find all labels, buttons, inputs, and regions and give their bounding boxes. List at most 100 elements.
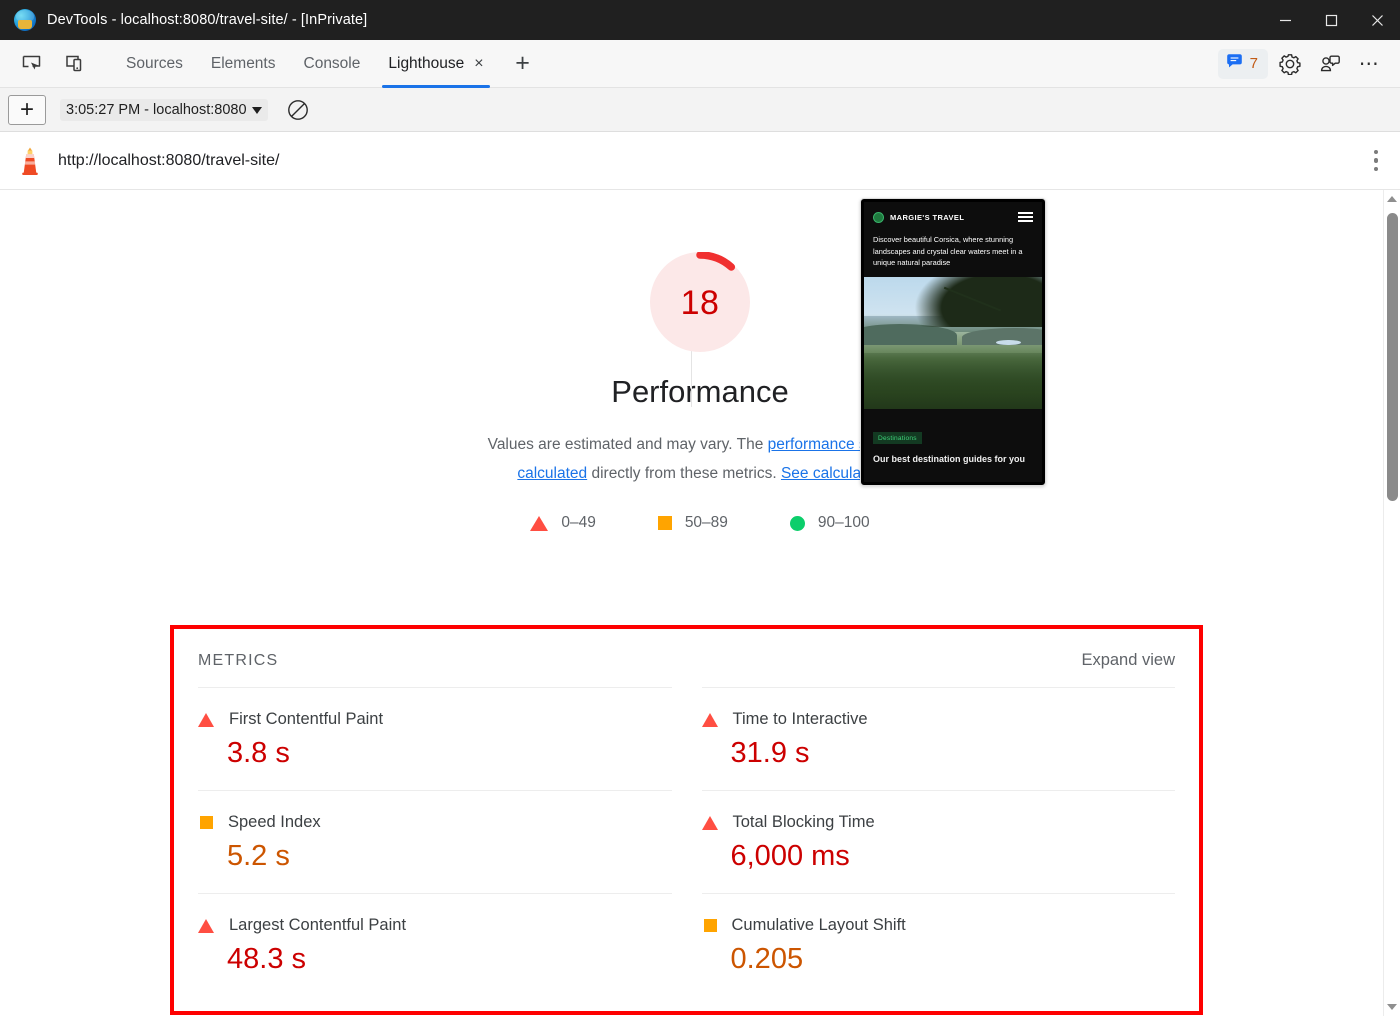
scrollbar-track[interactable] [1384, 208, 1400, 998]
thumbnail-brand: MARGIE'S TRAVEL [890, 213, 964, 222]
metric-total-blocking-time[interactable]: Total Blocking Time 6,000 ms [702, 790, 1176, 893]
metric-label: Time to Interactive [733, 710, 868, 729]
thumbnail-hero-image [864, 277, 1042, 409]
clear-no-entry-icon[interactable] [284, 96, 312, 124]
description-part-1: Values are estimated and may vary. The [488, 436, 768, 453]
metrics-header: METRICS Expand view [198, 651, 1175, 670]
hamburger-menu-icon [1018, 212, 1033, 222]
run-selector-value: 3:05:27 PM - localhost:8080 [66, 102, 247, 118]
window-title: DevTools - localhost:8080/travel-site/ -… [47, 12, 367, 28]
message-bubble-icon [1226, 53, 1243, 75]
metric-speed-index[interactable]: Speed Index 5.2 s [198, 790, 672, 893]
circle-swatch-icon [790, 516, 805, 531]
thumbnail-headline: Our best destination guides for you [873, 454, 1033, 464]
tab-label: Console [304, 55, 361, 73]
thumbnail-nav: MARGIE'S TRAVEL [864, 202, 1042, 232]
tab-label: Elements [211, 55, 276, 73]
close-button[interactable] [1354, 0, 1400, 40]
score-section: 18 Performance Values are estimated and … [0, 190, 1400, 532]
report-header: http://localhost:8080/travel-site/ [0, 132, 1400, 190]
metrics-panel: METRICS Expand view First Contentful Pai… [170, 625, 1203, 1015]
devtools-toolbar-right: 7 ⋯ [1218, 48, 1400, 80]
metric-label: Cumulative Layout Shift [732, 916, 906, 935]
minimize-button[interactable] [1262, 0, 1308, 40]
thumbnail-badge: Destinations [873, 432, 922, 444]
inspect-element-icon[interactable] [14, 49, 48, 79]
metrics-title: METRICS [198, 652, 278, 670]
legend-label: 50–89 [685, 514, 728, 532]
score-legend: 0–49 50–89 90–100 [530, 514, 869, 532]
panel-tabs: Sources Elements Console Lighthouse × + [112, 40, 538, 88]
edge-logo-icon [14, 9, 36, 31]
lighthouse-run-toolbar: + 3:05:27 PM - localhost:8080 [0, 88, 1400, 132]
lighthouse-icon [17, 146, 43, 176]
metric-label: Largest Contentful Paint [229, 916, 406, 935]
gear-icon[interactable] [1272, 48, 1308, 80]
add-panel-button[interactable]: + [508, 49, 538, 79]
square-swatch-icon [704, 919, 717, 932]
maximize-button[interactable] [1308, 0, 1354, 40]
thumbnail-lower-section: Destinations Our best destination guides… [864, 409, 1042, 464]
report-body: 18 Performance Values are estimated and … [0, 190, 1400, 1016]
active-tab-indicator [382, 85, 489, 88]
score-value: 18 [650, 252, 750, 352]
page-screenshot-thumbnail: MARGIE'S TRAVEL Discover beautiful Corsi… [860, 198, 1046, 486]
scroll-up-arrow-icon[interactable] [1387, 190, 1397, 208]
metric-value: 31.9 s [731, 737, 1176, 770]
triangle-swatch-icon [702, 816, 718, 830]
description-part-2: directly from these metrics. [587, 465, 781, 482]
run-selector-dropdown[interactable]: 3:05:27 PM - localhost:8080 [60, 99, 268, 121]
metrics-grid: First Contentful Paint 3.8 s Time to Int… [198, 687, 1175, 996]
metric-value: 5.2 s [227, 840, 672, 873]
tab-label: Sources [126, 55, 183, 73]
metric-time-to-interactive[interactable]: Time to Interactive 31.9 s [702, 687, 1176, 790]
devtools-tab-strip: Sources Elements Console Lighthouse × + [0, 40, 1400, 88]
legend-item-average: 50–89 [658, 514, 728, 532]
legend-item-fail: 0–49 [530, 514, 595, 532]
legend-item-pass: 90–100 [790, 514, 870, 532]
expand-view-toggle[interactable]: Expand view [1081, 651, 1175, 670]
metric-value: 3.8 s [227, 737, 672, 770]
legend-label: 0–49 [561, 514, 595, 532]
metric-value: 48.3 s [227, 943, 672, 976]
triangle-swatch-icon [702, 713, 718, 727]
square-swatch-icon [658, 516, 672, 530]
devtools-window: DevTools - localhost:8080/travel-site/ -… [0, 0, 1400, 1016]
metric-label: Speed Index [228, 813, 321, 832]
triangle-swatch-icon [530, 516, 548, 531]
performance-gauge: 18 [650, 252, 750, 352]
legend-label: 90–100 [818, 514, 870, 532]
tab-label: Lighthouse [388, 55, 464, 73]
feedback-person-icon[interactable] [1312, 48, 1348, 80]
report-url: http://localhost:8080/travel-site/ [58, 152, 279, 170]
tab-console[interactable]: Console [290, 40, 375, 88]
message-count: 7 [1250, 55, 1258, 72]
tab-lighthouse[interactable]: Lighthouse × [374, 40, 497, 88]
scrollbar-thumb[interactable] [1387, 213, 1398, 501]
more-vertical-icon[interactable] [1374, 150, 1379, 172]
square-swatch-icon [200, 816, 213, 829]
window-controls [1262, 0, 1400, 40]
metric-cumulative-layout-shift[interactable]: Cumulative Layout Shift 0.205 [702, 893, 1176, 996]
scroll-down-arrow-icon[interactable] [1387, 998, 1397, 1016]
metric-value: 0.205 [731, 943, 1176, 976]
report-scrollbar[interactable] [1383, 190, 1400, 1016]
messages-button[interactable]: 7 [1218, 49, 1268, 79]
title-bar: DevTools - localhost:8080/travel-site/ -… [0, 0, 1400, 40]
chevron-down-icon [252, 107, 262, 114]
new-report-button[interactable]: + [8, 95, 46, 125]
globe-icon [873, 212, 884, 223]
more-horizontal-icon[interactable]: ⋯ [1352, 48, 1388, 80]
category-title: Performance [611, 374, 788, 410]
triangle-swatch-icon [198, 713, 214, 727]
tab-elements[interactable]: Elements [197, 40, 290, 88]
tab-sources[interactable]: Sources [112, 40, 197, 88]
thumbnail-hero-text: Discover beautiful Corsica, where stunni… [864, 232, 1042, 277]
metric-label: Total Blocking Time [733, 813, 875, 832]
metric-value: 6,000 ms [731, 840, 1176, 873]
metric-first-contentful-paint[interactable]: First Contentful Paint 3.8 s [198, 687, 672, 790]
close-tab-icon[interactable]: × [474, 56, 483, 72]
device-toolbar-icon[interactable] [58, 49, 92, 79]
metric-largest-contentful-paint[interactable]: Largest Contentful Paint 48.3 s [198, 893, 672, 996]
triangle-swatch-icon [198, 919, 214, 933]
